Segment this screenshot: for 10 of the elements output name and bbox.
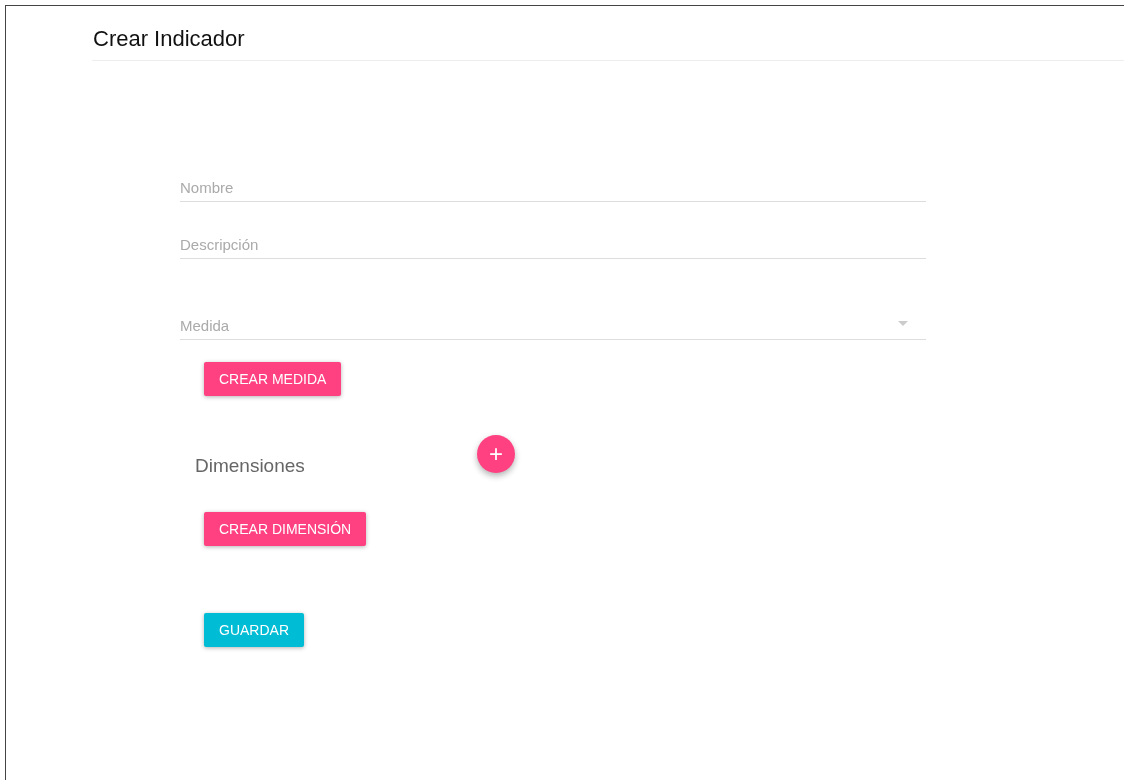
select-field[interactable]: Medida [180,307,926,340]
create-measure-button[interactable]: CREAR MEDIDA [204,362,342,396]
add-button[interactable]: + [477,435,515,473]
section-heading: Dimensiones [195,455,306,477]
input-field[interactable]: Descripción [180,226,926,259]
page-title: Crear Indicador [93,26,246,52]
save-button[interactable]: GUARDAR [204,613,304,647]
caret-icon [898,321,908,326]
create-dimension-button[interactable]: CREAR DIMENSIÓN [204,512,367,546]
input-field[interactable]: Nombre [180,169,926,202]
